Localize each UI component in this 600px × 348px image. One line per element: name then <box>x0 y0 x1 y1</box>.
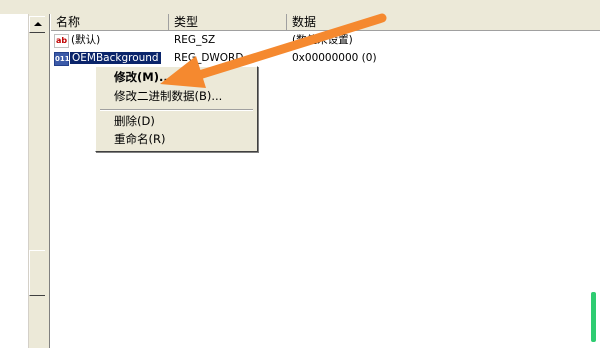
scroll-indicator <box>591 292 596 342</box>
annotation-arrow-icon <box>160 13 387 88</box>
